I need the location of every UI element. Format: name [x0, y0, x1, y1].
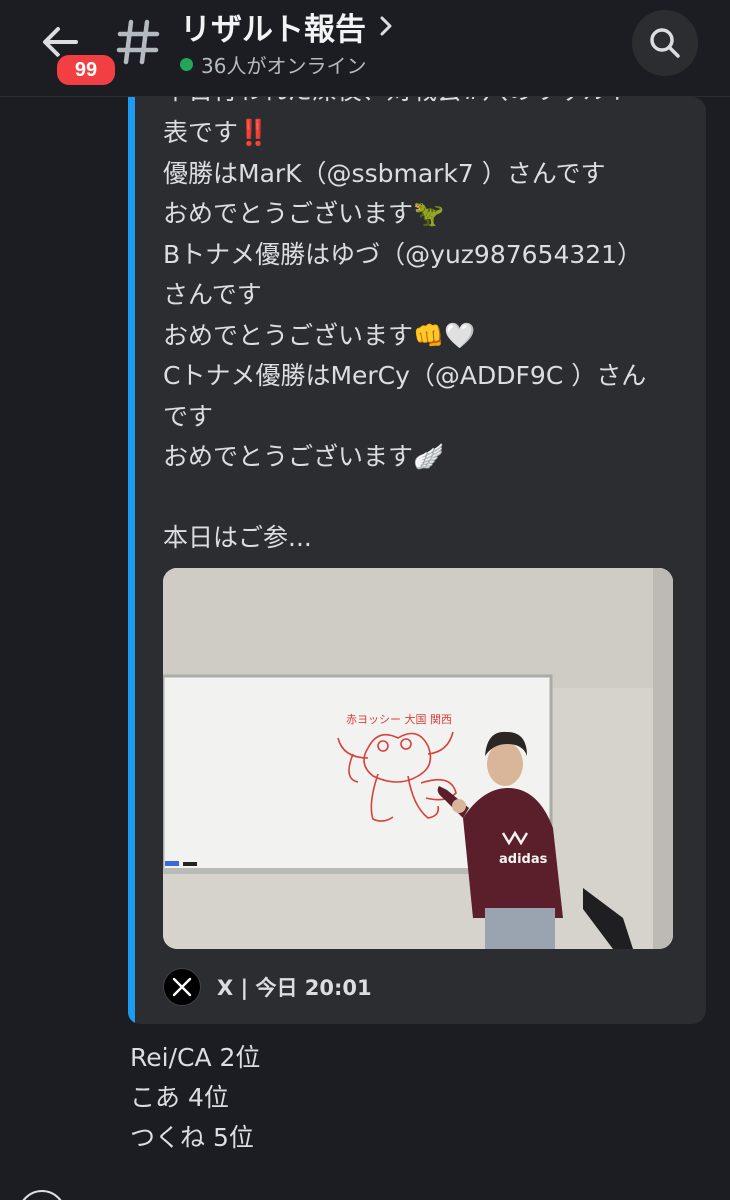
embed-line-partial: 本日行われた深夜、対戦会#八のリザルト	[163, 97, 693, 113]
avatar[interactable]	[18, 1190, 66, 1200]
whiteboard-caption: 赤ヨッシー 大国 関西	[346, 712, 452, 726]
search-icon	[650, 28, 680, 58]
embed-line: 表です‼️	[163, 118, 270, 147]
online-status: 36人がオンライン	[180, 50, 366, 78]
embed-line: さんです	[163, 280, 262, 309]
hash-icon	[114, 14, 162, 70]
embed-line: おめでとうございます🪽	[163, 442, 445, 471]
embed-line: です	[163, 401, 214, 431]
channel-title-button[interactable]: リザルト報告	[180, 6, 394, 48]
embed-footer: X | 今日 20:01	[163, 967, 372, 1007]
embed-line: おめでとうございます👊🤍	[163, 320, 476, 350]
embed-line: おめでとうございます🦖	[163, 199, 445, 228]
chevron-right-icon	[380, 16, 392, 36]
online-count: 36人がオンライン	[201, 53, 367, 78]
embed-accent-bar	[128, 97, 135, 1024]
message-line: こあ 4位	[130, 1083, 229, 1112]
embed-line-blank	[163, 478, 693, 519]
embed-line: 本日はご参...	[163, 523, 312, 552]
chat-screen: 99 リザルト報告 36人がオンライン 本日行わ	[0, 0, 730, 1200]
link-embed[interactable]: 本日行われた深夜、対戦会#八のリザルト 表です‼️ 優勝はMarK（@ssbma…	[128, 97, 706, 1024]
photo-scene: 赤ヨッシー 大国 関西 adidas	[163, 568, 673, 949]
hoodie-logo: adidas	[499, 852, 548, 867]
message-line: つくね 5位	[130, 1123, 254, 1152]
embed-line: 優勝はMarK（@ssbmark7 ）さんです	[163, 158, 606, 188]
embed-line: Cトナメ優勝はMerCy（@ADDF9C ）さん	[163, 361, 647, 390]
x-logo-icon	[163, 968, 201, 1006]
embed-description: 本日行われた深夜、対戦会#八のリザルト 表です‼️ 優勝はMarK（@ssbma…	[163, 97, 693, 559]
embed-line: Bトナメ優勝はゆづ（@yuz987654321）	[163, 239, 643, 269]
unread-badge: 99	[54, 52, 118, 88]
embed-photo[interactable]: 赤ヨッシー 大国 関西 adidas	[163, 568, 673, 949]
channel-name: リザルト報告	[180, 11, 366, 48]
message-content: Rei/CA 2位 こあ 4位 つくね 5位	[130, 1038, 260, 1158]
message-line: Rei/CA 2位	[130, 1043, 261, 1072]
search-button[interactable]	[632, 10, 698, 76]
embed-source-timestamp: X | 今日 20:01	[217, 976, 372, 1000]
channel-header: 99 リザルト報告 36人がオンライン	[0, 0, 730, 97]
online-dot-icon	[180, 57, 193, 71]
